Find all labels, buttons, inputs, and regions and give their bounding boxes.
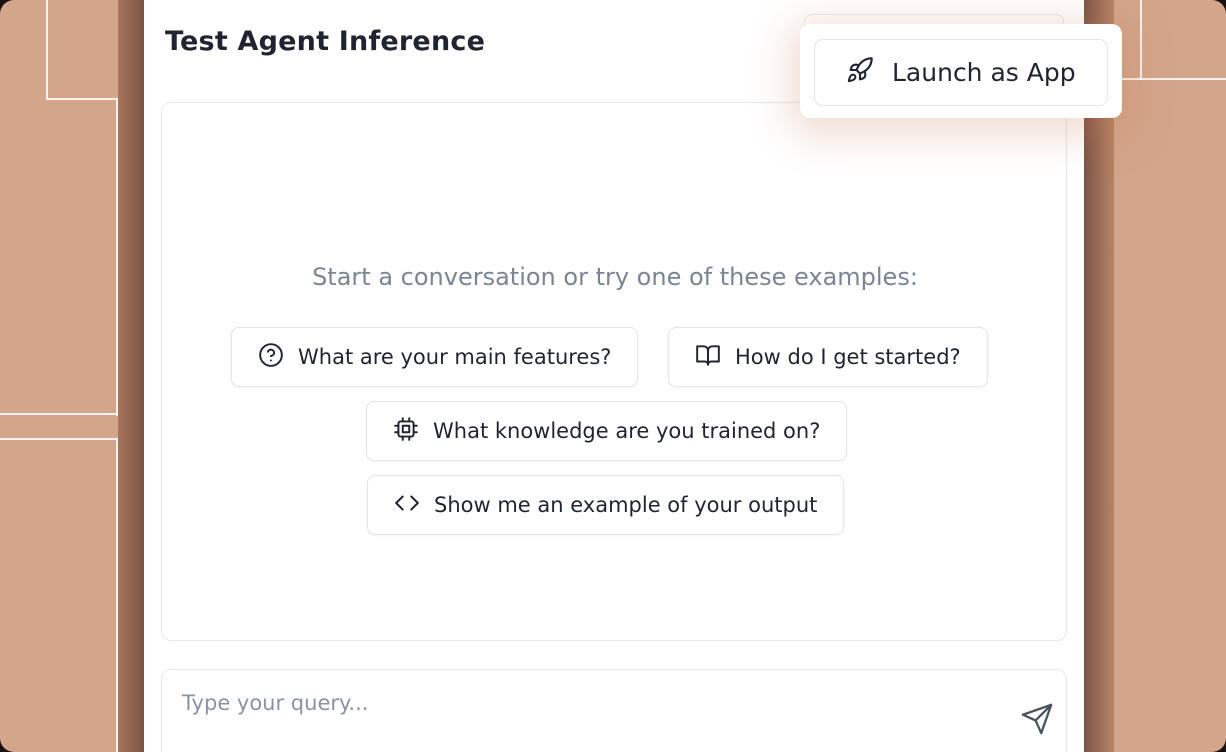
empty-state-prompt: Start a conversation or try one of these… <box>312 263 918 291</box>
cpu-chip-icon <box>393 416 419 447</box>
bg-line <box>0 438 118 440</box>
bg-shade <box>118 0 144 752</box>
bg-line <box>46 0 48 100</box>
suggestion-label: Show me an example of your output <box>434 493 818 517</box>
book-open-icon <box>695 342 721 373</box>
launch-label: Launch as App <box>892 58 1076 87</box>
bg-line <box>46 98 120 100</box>
suggestion-button-knowledge[interactable]: What knowledge are you trained on? <box>366 401 848 461</box>
query-input-box <box>161 669 1067 752</box>
suggestion-button-get-started[interactable]: How do I get started? <box>668 327 988 387</box>
send-icon <box>1020 703 1054 740</box>
question-circle-icon <box>258 342 284 373</box>
suggestion-label: What knowledge are you trained on? <box>433 419 821 443</box>
launch-as-app-button[interactable]: Launch as App <box>814 39 1108 106</box>
app-frame: Test Agent Inference Start a conversatio… <box>0 0 1226 752</box>
launch-card: Launch as App <box>800 24 1122 118</box>
suggestion-label: How do I get started? <box>735 345 961 369</box>
chat-area: Start a conversation or try one of these… <box>161 102 1067 641</box>
bg-line <box>1110 78 1226 80</box>
send-button[interactable] <box>1020 702 1056 738</box>
suggestion-label: What are your main features? <box>298 345 612 369</box>
query-input[interactable] <box>182 686 982 720</box>
rocket-icon <box>846 56 874 90</box>
bg-line <box>1140 0 1142 80</box>
suggestion-button-features[interactable]: What are your main features? <box>231 327 639 387</box>
suggestion-button-example-output[interactable]: Show me an example of your output <box>367 475 845 535</box>
bg-line <box>0 413 118 415</box>
code-brackets-icon <box>394 490 420 521</box>
page-title: Test Agent Inference <box>165 26 486 57</box>
